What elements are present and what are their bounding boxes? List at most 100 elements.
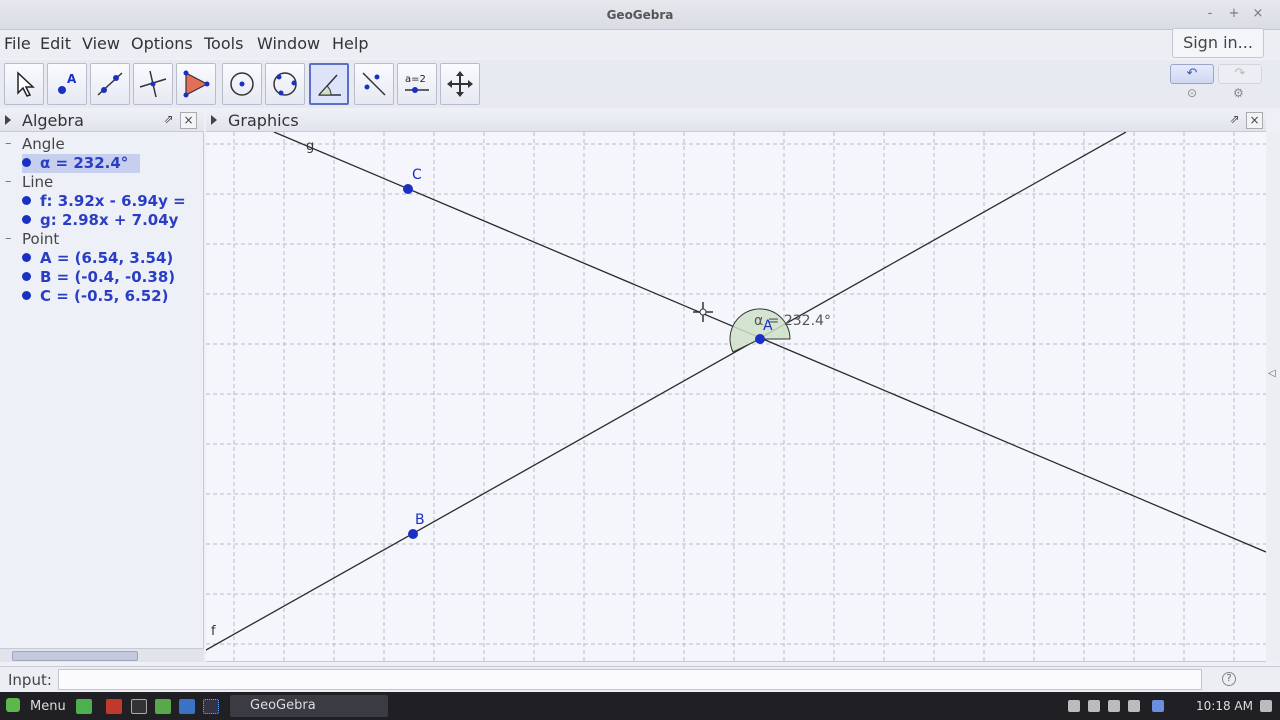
menu-bar: File Edit View Options Tools Window Help: [0, 30, 1280, 58]
label-f: f: [211, 624, 216, 639]
algebra-row-B[interactable]: B = (-0.4, -0.38): [22, 268, 175, 287]
menu-view[interactable]: View: [82, 34, 120, 53]
menu-window[interactable]: Window: [257, 34, 320, 53]
circle-three-points-tool-button[interactable]: [265, 63, 305, 105]
taskbar-clock: 10:18 AM: [1196, 699, 1253, 713]
category-collapse-icon[interactable]: –: [5, 174, 12, 189]
volume-tray-icon[interactable]: [1108, 700, 1120, 712]
menu-tools[interactable]: Tools: [204, 34, 243, 53]
user-tray-icon[interactable]: [1068, 700, 1080, 712]
label-g: g: [306, 139, 314, 154]
algebra-title: Algebra: [22, 111, 84, 130]
algebra-row-alpha[interactable]: α = 232.4°: [22, 154, 140, 173]
visibility-dot-icon[interactable]: [22, 196, 31, 205]
algebra-row-f[interactable]: f: 3.92x - 6.94y =: [22, 192, 186, 211]
reflect-tool-icon: [362, 72, 386, 96]
graphics-canvas[interactable]: g f A B C α = 232.4°: [206, 132, 1266, 662]
algebra-panel-header: Algebra ⇗ ×: [0, 110, 204, 132]
algebra-view: – Angle α = 232.4° – Line f: 3.92x - 6.9…: [0, 132, 204, 648]
undock-graphics-icon[interactable]: ⇗: [1226, 112, 1243, 129]
line-tool-icon: [97, 72, 123, 96]
redo-button[interactable]: ↷: [1218, 64, 1262, 84]
algebra-horizontal-scrollbar[interactable]: [0, 648, 204, 662]
visibility-dot-icon[interactable]: [22, 215, 31, 224]
terminal-launcher-icon[interactable]: [131, 699, 147, 714]
point-C[interactable]: [403, 184, 413, 194]
undo-button[interactable]: ↶: [1170, 64, 1214, 84]
start-menu-button[interactable]: Menu: [6, 698, 66, 714]
point-B[interactable]: [408, 529, 418, 539]
notification-tray-icon[interactable]: [1260, 700, 1272, 712]
window-title: GeoGebra: [606, 8, 674, 22]
taskbar-task-geogebra[interactable]: GeoGebra: [230, 695, 388, 717]
input-field[interactable]: [58, 669, 1202, 690]
angle-tool-icon: [317, 74, 341, 96]
sign-in-button[interactable]: Sign in...: [1172, 28, 1264, 58]
svg-text:a=2: a=2: [405, 74, 426, 85]
category-angle[interactable]: Angle: [22, 135, 65, 153]
label-angle-alpha: α = 232.4°: [754, 313, 831, 329]
scrollbar-thumb[interactable]: [12, 651, 138, 661]
category-point[interactable]: Point: [22, 230, 59, 248]
line-tool-button[interactable]: [90, 63, 130, 105]
browser-launcher-icon[interactable]: [106, 699, 122, 714]
collapse-triangle-icon[interactable]: [211, 115, 217, 125]
perpendicular-tool-button[interactable]: [133, 63, 173, 105]
polygon-tool-button[interactable]: [176, 63, 216, 105]
visibility-dot-icon[interactable]: [22, 253, 31, 262]
minimize-button[interactable]: -: [1200, 6, 1220, 21]
workspace-switcher-icon[interactable]: [203, 699, 219, 714]
input-help-icon[interactable]: ?: [1222, 672, 1236, 686]
maximize-button[interactable]: +: [1224, 6, 1244, 21]
line-f[interactable]: [206, 132, 1127, 651]
move-tool-button[interactable]: [4, 63, 44, 105]
circle-tool-button[interactable]: [222, 63, 262, 105]
close-algebra-icon[interactable]: ×: [180, 112, 197, 129]
label-B: B: [415, 512, 425, 528]
move-graphics-tool-icon: [447, 71, 473, 97]
graphics-view[interactable]: g f A B C α = 232.4°: [206, 132, 1266, 662]
reflect-tool-button[interactable]: [354, 63, 394, 105]
close-window-button[interactable]: ×: [1248, 6, 1268, 21]
settings-icon[interactable]: ⚙: [1233, 86, 1244, 100]
help-icon[interactable]: ⊙: [1187, 86, 1197, 100]
taskbar: Menu GeoGebra 10:18 AM: [0, 692, 1280, 720]
undock-algebra-icon[interactable]: ⇗: [160, 112, 177, 129]
mint-logo-icon: [6, 698, 20, 712]
files-launcher-icon[interactable]: [155, 699, 171, 714]
visibility-dot-icon[interactable]: [22, 272, 31, 281]
cursor-crosshair-icon: [693, 302, 713, 322]
window-titlebar: GeoGebra - + ×: [0, 0, 1280, 30]
algebra-row-C[interactable]: C = (-0.5, 6.52): [22, 287, 168, 306]
category-line[interactable]: Line: [22, 173, 53, 191]
category-collapse-icon[interactable]: –: [5, 136, 12, 151]
input-bar: Input: ?: [0, 666, 1280, 692]
menu-edit[interactable]: Edit: [40, 34, 71, 53]
menu-options[interactable]: Options: [131, 34, 193, 53]
algebra-row-A[interactable]: A = (6.54, 3.54): [22, 249, 173, 268]
algebra-row-g[interactable]: g: 2.98x + 7.04y: [22, 211, 178, 230]
menu-help[interactable]: Help: [332, 34, 368, 53]
menu-file[interactable]: File: [4, 34, 31, 53]
graphics-panel-header: Graphics ⇗ ×: [206, 110, 1266, 132]
point-tool-icon: A: [58, 72, 77, 94]
toolbar: A a=2: [0, 60, 1280, 108]
expand-panel-icon[interactable]: ◁: [1268, 368, 1276, 379]
show-desktop-icon[interactable]: [76, 699, 92, 714]
document-launcher-icon[interactable]: [179, 699, 195, 714]
visibility-dot-icon[interactable]: [22, 158, 31, 167]
move-graphics-tool-button[interactable]: [440, 63, 480, 105]
network-tray-icon[interactable]: [1088, 700, 1100, 712]
shield-tray-icon[interactable]: [1152, 700, 1164, 712]
point-tool-button[interactable]: A: [47, 63, 87, 105]
slider-tool-icon: a=2: [405, 74, 429, 93]
collapse-triangle-icon[interactable]: [5, 115, 11, 125]
line-g[interactable]: [273, 132, 1266, 553]
slider-tool-button[interactable]: a=2: [397, 63, 437, 105]
close-graphics-icon[interactable]: ×: [1246, 112, 1263, 129]
point-A[interactable]: [755, 334, 765, 344]
angle-tool-button[interactable]: [309, 63, 349, 105]
category-collapse-icon[interactable]: –: [5, 231, 12, 246]
battery-tray-icon[interactable]: [1128, 700, 1140, 712]
visibility-dot-icon[interactable]: [22, 291, 31, 300]
